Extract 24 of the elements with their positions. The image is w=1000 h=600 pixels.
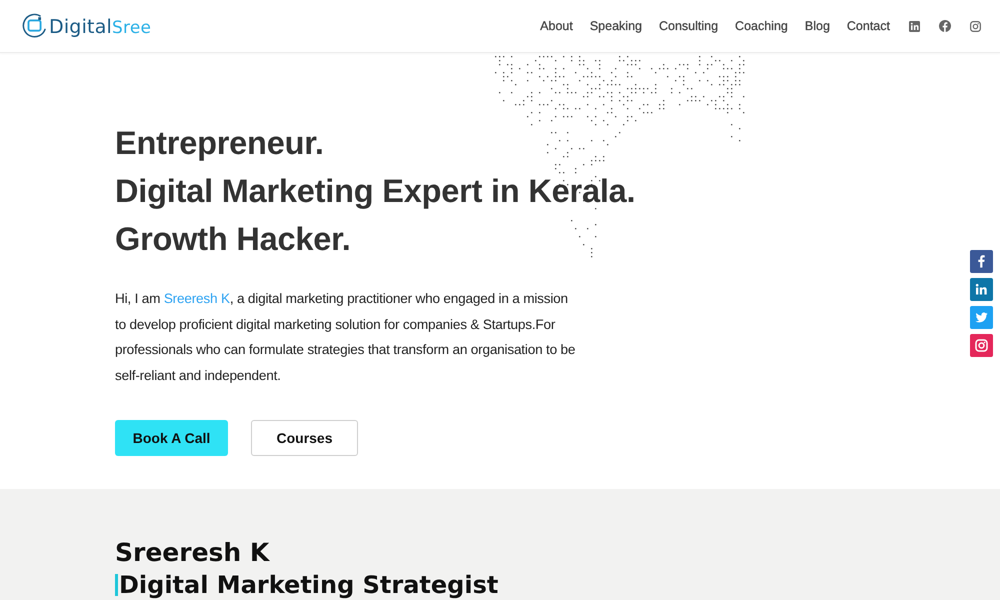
nav-link[interactable]: Consulting — [658, 19, 718, 33]
headline: Digital Marketing Expert in Kerala. — [115, 172, 636, 211]
logo-wordmark[interactable]: DigitalSree — [49, 15, 152, 37]
nav-link[interactable]: About — [540, 19, 573, 33]
linkedin-share-icon[interactable] — [970, 278, 993, 301]
nav-link[interactable]: Blog — [804, 19, 830, 33]
facebook-share-icon[interactable] — [970, 250, 993, 273]
nav-link[interactable]: Coaching — [735, 19, 788, 33]
nav-link[interactable]: Speaking — [590, 19, 642, 33]
facebook-icon[interactable] — [939, 20, 951, 32]
linkedin-icon[interactable] — [909, 20, 920, 32]
courses-button[interactable]: Courses — [251, 420, 358, 456]
role-heading: Digital Marketing Strategist — [119, 570, 498, 600]
logo-icon[interactable] — [22, 12, 48, 40]
intro-paragraph: Hi, I am Sreeresh K, a digital marketing practitioner who engaged in a mission to develop proficient digital marketing solution for companies & Startups.For professionals who can formulate strategies that transform an organisation to be self-reliant and independent. — [115, 290, 576, 386]
twitter-share-icon[interactable] — [970, 306, 993, 329]
instagram-icon[interactable] — [970, 20, 981, 32]
text-cursor-icon — [115, 574, 118, 596]
book-call-button[interactable]: Book A Call — [115, 420, 228, 456]
headline: Entrepreneur. — [115, 124, 324, 163]
nav-link[interactable]: Contact — [846, 19, 890, 33]
instagram-share-icon[interactable] — [970, 334, 993, 357]
headline: Growth Hacker. — [115, 220, 351, 259]
name-heading: Sreeresh K — [115, 537, 270, 569]
